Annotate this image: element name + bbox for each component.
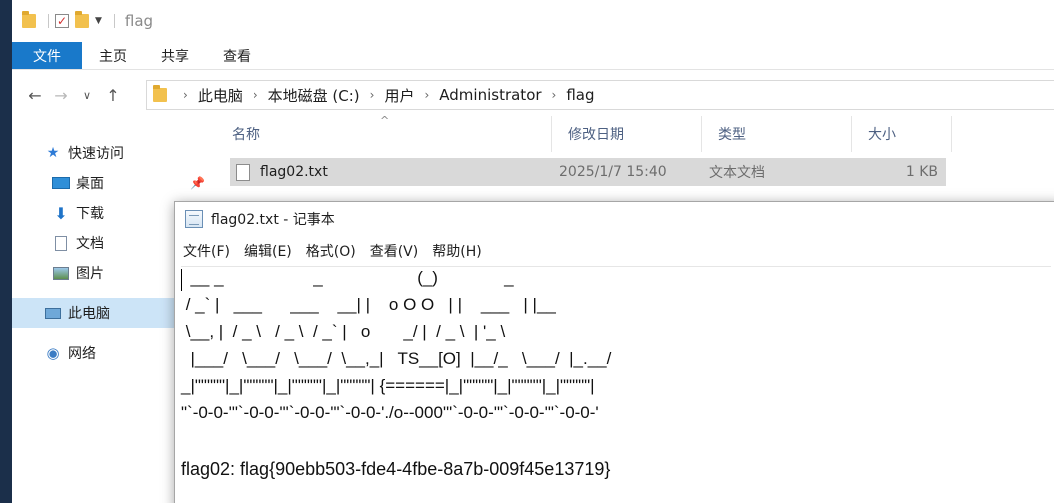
breadcrumb-this-pc[interactable]: 此电脑 [198, 85, 243, 106]
chevron-right-icon[interactable]: › [183, 88, 188, 102]
column-name[interactable]: 名称 [216, 116, 552, 152]
file-size: 1 KB [905, 164, 938, 180]
back-arrow-icon[interactable]: ← [22, 86, 48, 105]
sidebar-item-label: 桌面 [76, 176, 104, 192]
navigation-pane: ★ 快速访问 桌面 ⬇ 下载 文档 图片 此电脑 ◉ 网络 [12, 130, 174, 503]
sidebar-item-documents[interactable]: 文档 [12, 228, 174, 258]
ascii-art-line: __ _ _ (_) _ [181, 268, 514, 287]
notepad-window: flag02.txt - 记事本 文件(F) 编辑(E) 格式(O) 查看(V)… [174, 201, 1054, 503]
sidebar-item-label: 下载 [76, 206, 104, 222]
recent-locations-chevron-icon[interactable]: ∨ [74, 89, 100, 102]
tab-home[interactable]: 主页 [82, 42, 144, 69]
breadcrumb-flag[interactable]: flag [566, 86, 594, 104]
menu-help[interactable]: 帮助(H) [432, 241, 481, 261]
chevron-right-icon[interactable]: › [552, 88, 557, 102]
notepad-icon [185, 210, 203, 228]
flag-text: flag02: flag{90ebb503-fde4-4fbe-8a7b-009… [181, 459, 611, 479]
sidebar-item-desktop[interactable]: 桌面 [12, 168, 174, 198]
sidebar-item-this-pc[interactable]: 此电脑 [12, 298, 174, 328]
address-bar[interactable]: › 此电脑 › 本地磁盘 (C:) › 用户 › Administrator ›… [146, 80, 1054, 110]
divider [113, 14, 115, 28]
breadcrumb-users[interactable]: 用户 [384, 85, 414, 106]
download-arrow-icon: ⬇ [54, 203, 68, 223]
new-folder-icon[interactable] [75, 11, 89, 31]
navigation-bar: ← → ∨ ↑ › 此电脑 › 本地磁盘 (C:) › 用户 › Adminis… [12, 78, 1054, 112]
window-title: flag [124, 12, 154, 30]
sidebar-item-downloads[interactable]: ⬇ 下载 [12, 198, 174, 228]
chevron-right-icon[interactable]: › [253, 88, 258, 102]
sidebar-item-label: 此电脑 [68, 306, 110, 322]
tab-view[interactable]: 查看 [206, 42, 268, 69]
picture-icon [52, 266, 70, 280]
network-icon: ◉ [46, 344, 60, 362]
tab-file[interactable]: 文件 [12, 42, 82, 69]
chevron-right-icon[interactable]: › [370, 88, 375, 102]
menu-format[interactable]: 格式(O) [306, 241, 356, 261]
quick-access-dropdown-icon[interactable]: ▼ [95, 11, 102, 31]
file-icon-cell [236, 158, 250, 186]
ascii-art-line: "`-0-0-'"`-0-0-'"`-0-0-'"`-0-0-'./o--000… [181, 403, 599, 422]
computer-icon [44, 306, 62, 320]
breadcrumb-administrator[interactable]: Administrator [439, 86, 541, 104]
ribbon-tabs: 文件 主页 共享 查看 [12, 42, 1054, 70]
ascii-art-line: \__, | / _ \ / _ \ / _` | o _/ | / _ \ |… [181, 322, 506, 341]
file-type: 文本文档 [709, 165, 765, 181]
sidebar-item-label: 网络 [68, 346, 96, 362]
sidebar-item-pictures[interactable]: 图片 [12, 258, 174, 288]
desktop-icon [52, 176, 70, 190]
file-name[interactable]: flag02.txt [260, 158, 328, 186]
sidebar-item-label: 图片 [76, 266, 104, 282]
column-type[interactable]: 类型 [702, 116, 852, 152]
sidebar-item-network[interactable]: ◉ 网络 [12, 338, 174, 368]
file-modified: 2025/1/7 15:40 [559, 164, 667, 180]
text-file-icon [236, 163, 250, 181]
breadcrumb-local-disk[interactable]: 本地磁盘 (C:) [268, 85, 360, 106]
chevron-right-icon[interactable]: › [424, 88, 429, 102]
notepad-title-bar: flag02.txt - 记事本 [175, 202, 1054, 236]
up-arrow-icon[interactable]: ↑ [100, 86, 126, 105]
star-icon: ★ [46, 145, 60, 161]
file-row[interactable]: flag02.txt 2025/1/7 15:40 文本文档 1 KB [230, 158, 946, 186]
menu-edit[interactable]: 编辑(E) [244, 241, 292, 261]
menu-file[interactable]: 文件(F) [183, 241, 230, 261]
notepad-menu-bar: 文件(F) 编辑(E) 格式(O) 查看(V) 帮助(H) [175, 239, 1054, 263]
ascii-art-line: _|"""""|_|"""""|_|"""""|_|"""""| {======… [181, 376, 595, 395]
folder-icon [153, 85, 167, 105]
tab-share[interactable]: 共享 [144, 42, 206, 69]
pin-icon: 📌 [190, 176, 205, 190]
folder-icon [22, 11, 36, 31]
sidebar-item-quick-access[interactable]: ★ 快速访问 [12, 138, 174, 168]
column-header: ^ 名称 修改日期 类型 大小 [216, 114, 956, 152]
notepad-title: flag02.txt - 记事本 [211, 212, 335, 228]
notepad-text-area[interactable]: __ _ _ (_) _ / _` | ___ ___ __| | o O O … [181, 266, 1051, 503]
sidebar-item-label: 快速访问 [68, 146, 124, 162]
ascii-art-line: / _` | ___ ___ __| | o O O | | ___ | |__ [181, 295, 556, 314]
column-modified[interactable]: 修改日期 [552, 116, 702, 152]
column-size[interactable]: 大小 [852, 116, 952, 152]
menu-view[interactable]: 查看(V) [370, 241, 419, 261]
document-icon [52, 235, 70, 251]
properties-checkbox-icon[interactable]: ✓ [55, 11, 69, 31]
ascii-art-line: |___/ \___/ \___/ \__,_| TS__[O] |__/_ \… [181, 349, 612, 368]
sidebar-item-label: 文档 [76, 236, 104, 252]
forward-arrow-icon[interactable]: → [48, 86, 74, 105]
divider [48, 14, 49, 28]
title-bar: ✓ ▼ flag [12, 0, 1054, 42]
